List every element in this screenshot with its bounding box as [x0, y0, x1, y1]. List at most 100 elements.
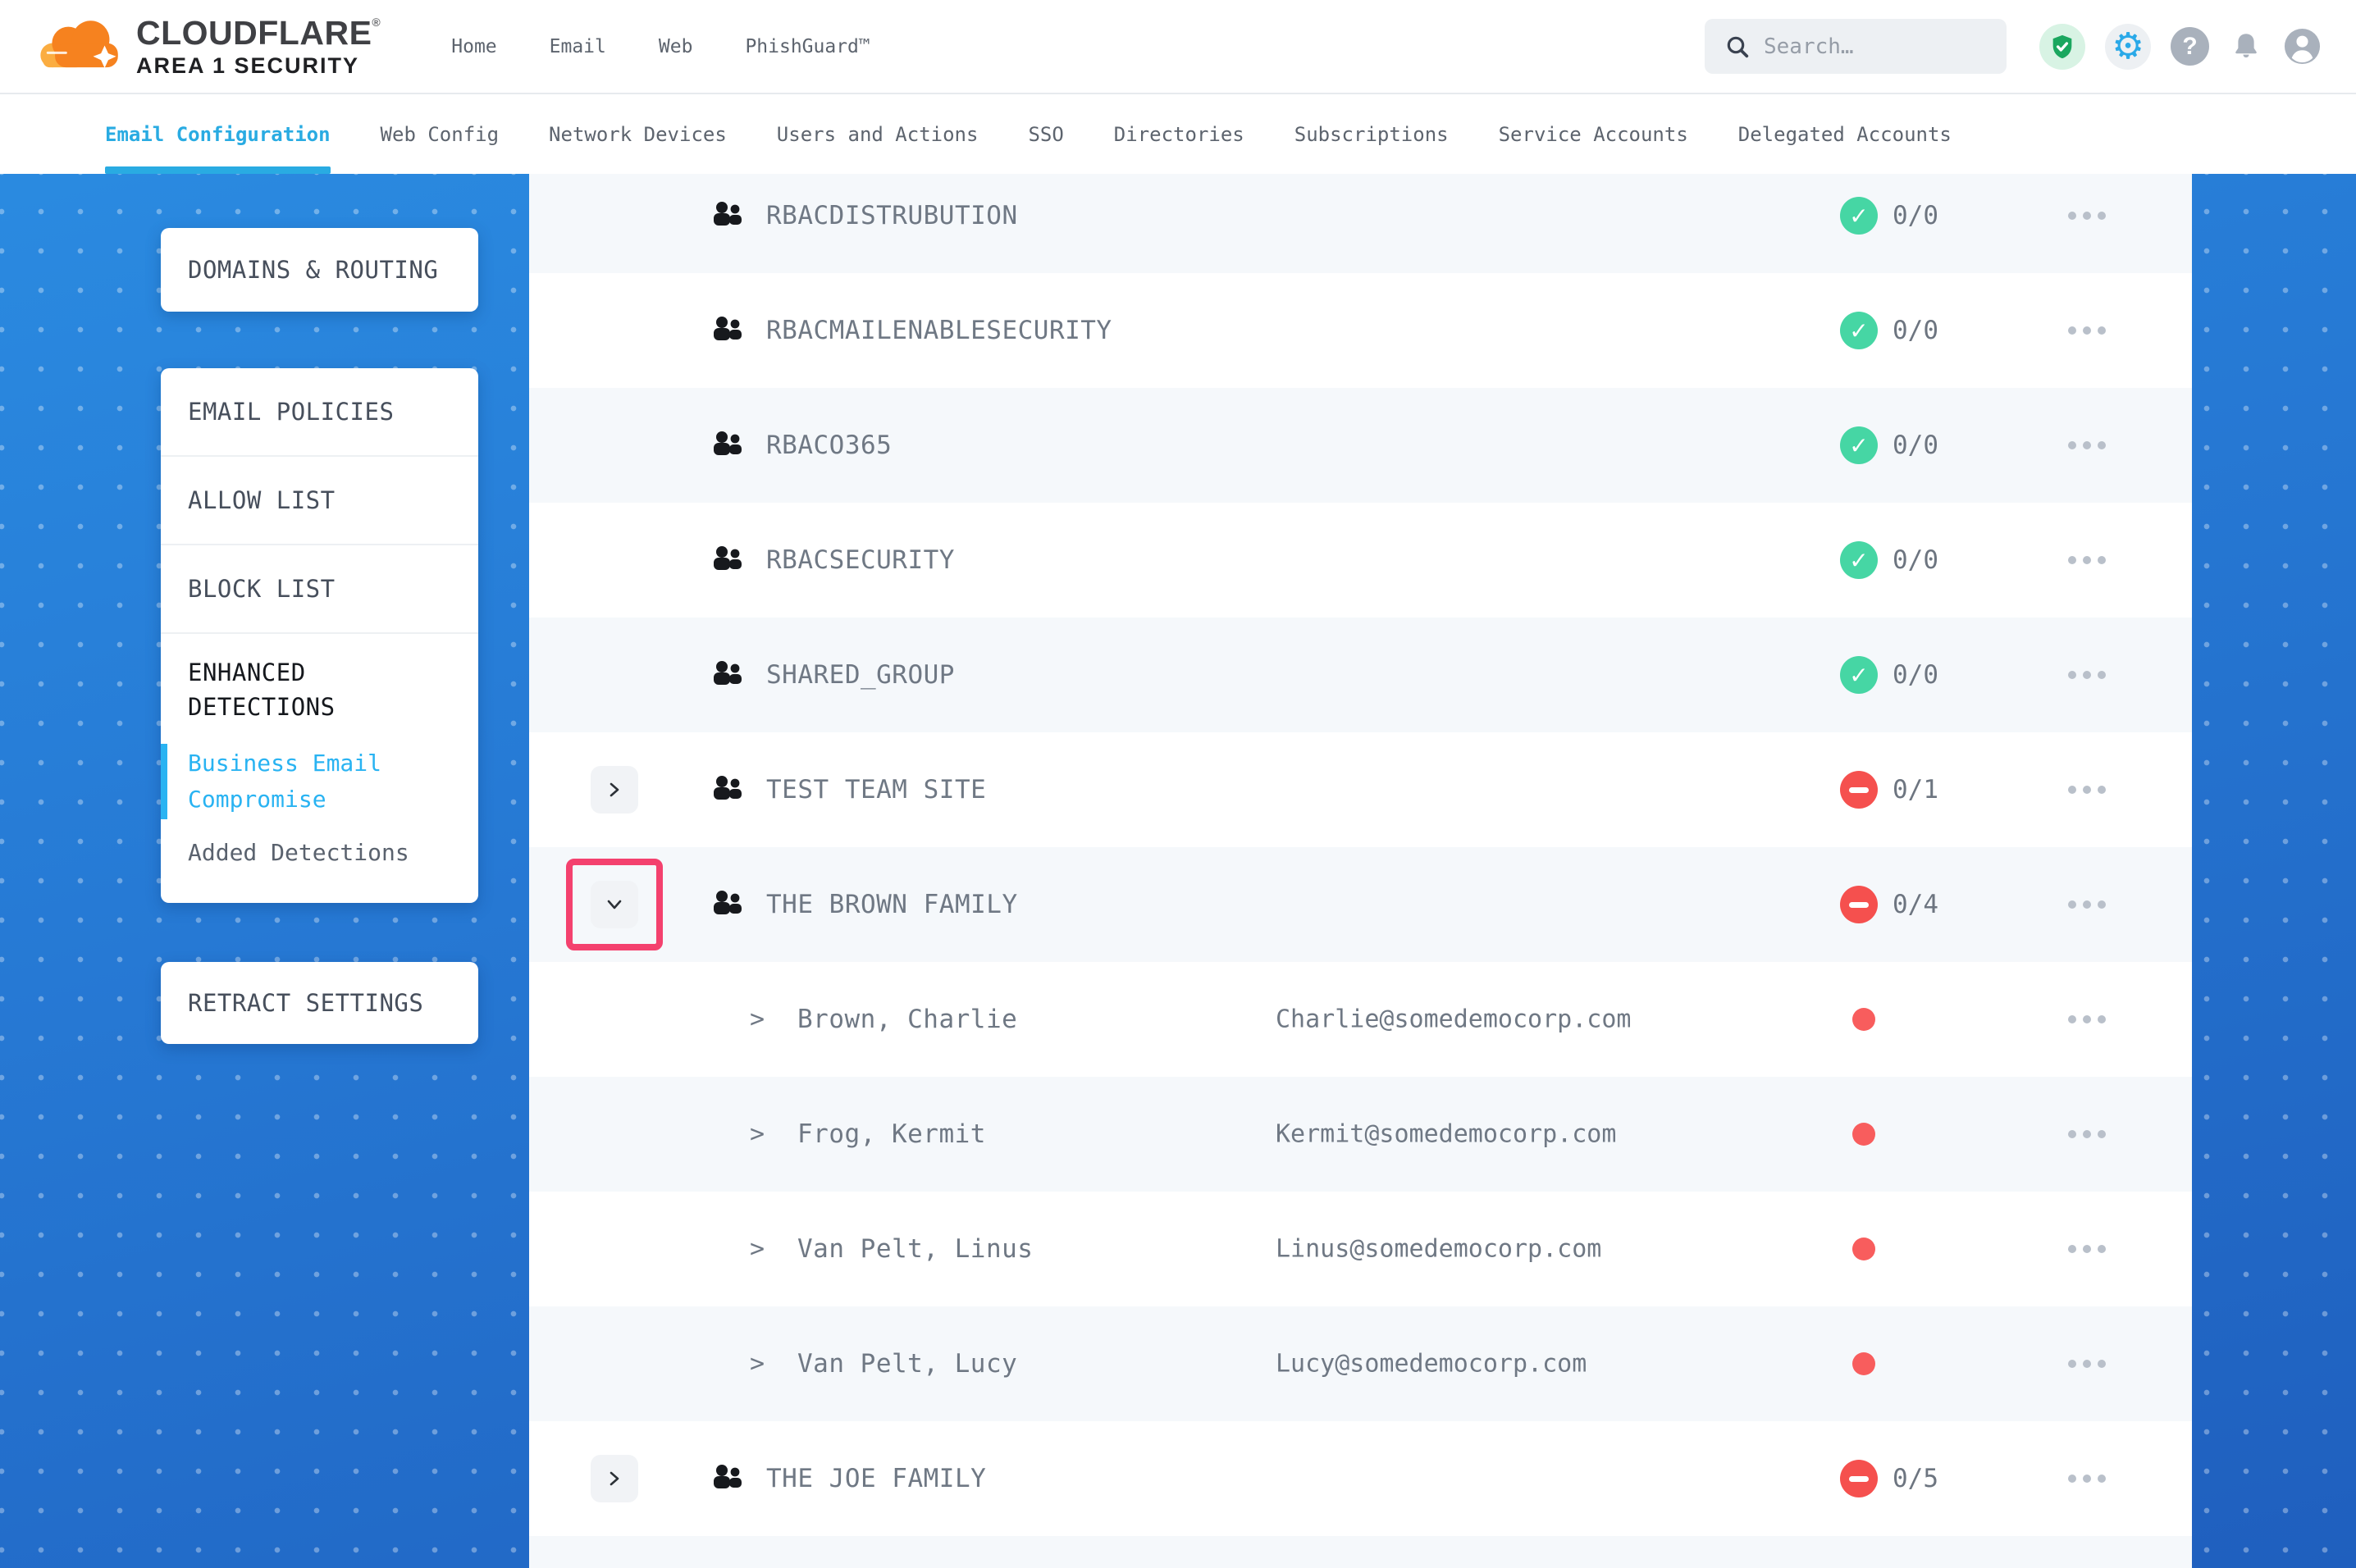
status-count: 0/5 — [1893, 1464, 1938, 1493]
check-icon — [1849, 432, 1868, 459]
status-count: 0/0 — [1893, 316, 1938, 345]
check-icon — [1849, 317, 1868, 344]
member-chevron-icon — [750, 1350, 765, 1379]
sidebar-item-block-list[interactable]: BLOCK LIST — [161, 545, 478, 634]
search-input[interactable] — [1764, 34, 1969, 59]
tab[interactable]: Directories — [1114, 94, 1244, 174]
shield-check-icon[interactable] — [2039, 24, 2085, 70]
table-row: THE JOE FAMILY 0/5 — [529, 1421, 2192, 1536]
tab[interactable]: Web Config — [381, 94, 500, 174]
top-nav-label: Web — [659, 36, 693, 57]
tab-label: Web Config — [381, 123, 500, 146]
expander-button[interactable] — [591, 1455, 638, 1502]
app-window: CLOUDFLARE® AREA 1 SECURITY Home Email Web… — [0, 0, 2356, 1568]
group-icon — [712, 890, 743, 919]
tab[interactable]: Subscriptions — [1294, 94, 1449, 174]
row-name: SHARED_GROUP — [766, 660, 955, 690]
minus-icon — [1849, 787, 1869, 793]
row-email: Kermit@somedemocorp.com — [1276, 1120, 1616, 1149]
tab[interactable]: Service Accounts — [1499, 94, 1688, 174]
search-box[interactable] — [1705, 19, 2007, 74]
status-count: 0/1 — [1893, 775, 1938, 805]
status-badge-circle — [1840, 1460, 1878, 1497]
groups-table: RBACDISTRUBUTION 0/0 — [529, 174, 2192, 1568]
minus-icon — [1849, 1476, 1869, 1482]
status-badge-circle — [1840, 886, 1878, 923]
row-email: Charlie@somedemocorp.com — [1276, 1005, 1631, 1034]
status-count: 0/0 — [1893, 201, 1938, 230]
row-name: Frog, Kermit — [797, 1119, 986, 1149]
row-menu-button[interactable] — [2063, 1125, 2111, 1143]
status-dot — [1852, 1008, 1875, 1031]
row-menu-button[interactable] — [2063, 666, 2111, 684]
status-badge: 0/0 — [1840, 656, 1938, 694]
tab-label: Users and Actions — [777, 123, 979, 146]
status-badge-circle — [1840, 197, 1878, 235]
row-menu-button[interactable] — [2063, 551, 2111, 569]
expander-button[interactable] — [591, 766, 638, 814]
top-nav-item[interactable]: Web — [659, 36, 693, 57]
member-chevron-icon — [750, 1005, 765, 1034]
tab[interactable]: Network Devices — [549, 94, 727, 174]
member-chevron-icon — [750, 1235, 765, 1264]
expander-button[interactable] — [591, 881, 638, 928]
row-menu-button[interactable] — [2063, 1010, 2111, 1028]
top-nav-item[interactable]: PhishGuard™ — [745, 36, 870, 57]
cloudflare-logo[interactable]: CLOUDFLARE® AREA 1 SECURITY — [34, 11, 381, 83]
sidebar-item-enhanced-detections: ENHANCED DETECTIONS — [161, 655, 478, 724]
status-count: 0/0 — [1893, 545, 1938, 575]
sidebar-item-added-detections[interactable]: Added Detections — [161, 834, 478, 871]
table-row: Van Pelt, Lucy Lucy@somedemocorp.com — [529, 1306, 2192, 1421]
status-badge: 0/5 — [1840, 1460, 1938, 1497]
row-menu-button[interactable] — [2063, 321, 2111, 340]
check-icon — [1849, 203, 1868, 230]
sidebar-item-domains-routing[interactable]: DOMAINS & ROUTING — [161, 256, 478, 284]
status-badge-circle — [1840, 541, 1878, 579]
sidebar-card-email-policies: EMAIL POLICIES ALLOW LIST BLOCK LIST ENH… — [161, 368, 478, 903]
status-badge-circle — [1840, 426, 1878, 464]
group-icon — [712, 1464, 743, 1493]
brand-subtitle: AREA 1 SECURITY — [136, 55, 381, 77]
group-icon — [712, 545, 743, 575]
row-name: TEST TEAM SITE — [766, 775, 986, 805]
row-menu-button[interactable] — [2063, 781, 2111, 799]
row-menu-button[interactable] — [2063, 896, 2111, 914]
top-nav-item[interactable]: Home — [451, 36, 496, 57]
settings-gear-icon[interactable]: ⚙ — [2105, 24, 2151, 70]
table-row: TEST TEAM SITE 0/1 — [529, 732, 2192, 847]
row-menu-button[interactable] — [2063, 207, 2111, 225]
row-email: Lucy@somedemocorp.com — [1276, 1350, 1587, 1379]
row-menu-button[interactable] — [2063, 1470, 2111, 1488]
account-icon[interactable] — [2283, 27, 2322, 66]
tab-label: Delegated Accounts — [1738, 123, 1952, 146]
sidebar-active-label: Business Email Compromise — [188, 750, 381, 813]
tab[interactable]: Users and Actions — [777, 94, 979, 174]
tab[interactable]: Delegated Accounts — [1738, 94, 1952, 174]
sidebar-card-domains-routing: DOMAINS & ROUTING — [161, 228, 478, 312]
top-nav-label: Home — [451, 36, 496, 57]
tab[interactable]: Email Configuration — [105, 94, 331, 174]
sidebar-item-email-policies[interactable]: EMAIL POLICIES — [161, 368, 478, 457]
row-name: THE BROWN FAMILY — [766, 890, 1018, 919]
tab-label: Email Configuration — [105, 123, 331, 146]
group-icon — [712, 660, 743, 690]
sidebar-item-allow-list[interactable]: ALLOW LIST — [161, 457, 478, 545]
row-menu-button[interactable] — [2063, 436, 2111, 454]
top-nav-item[interactable]: Email — [550, 36, 606, 57]
table-row: RBACDISTRUBUTION 0/0 — [529, 174, 2192, 273]
row-name: Van Pelt, Lucy — [797, 1349, 1017, 1379]
sidebar-item-business-email-compromise[interactable]: Business Email Compromise — [161, 741, 478, 823]
row-menu-button[interactable] — [2063, 1355, 2111, 1373]
table-row: Frog, Kermit Kermit@somedemocorp.com — [529, 1077, 2192, 1192]
help-icon[interactable] — [2171, 27, 2209, 66]
cloudflare-cloud-icon — [34, 11, 131, 83]
tab[interactable]: SSO — [1028, 94, 1063, 174]
status-badge: 0/0 — [1840, 197, 1938, 235]
status-badge: 0/4 — [1840, 886, 1938, 923]
sidebar-item-retract-settings[interactable]: RETRACT SETTINGS — [161, 989, 478, 1017]
notifications-bell-icon[interactable] — [2229, 30, 2263, 64]
table-row: RBACSECURITY 0/0 — [529, 503, 2192, 618]
top-nav: Home Email Web PhishGuard™ — [451, 36, 870, 57]
row-menu-button[interactable] — [2063, 1240, 2111, 1258]
row-name: Van Pelt, Linus — [797, 1234, 1033, 1264]
